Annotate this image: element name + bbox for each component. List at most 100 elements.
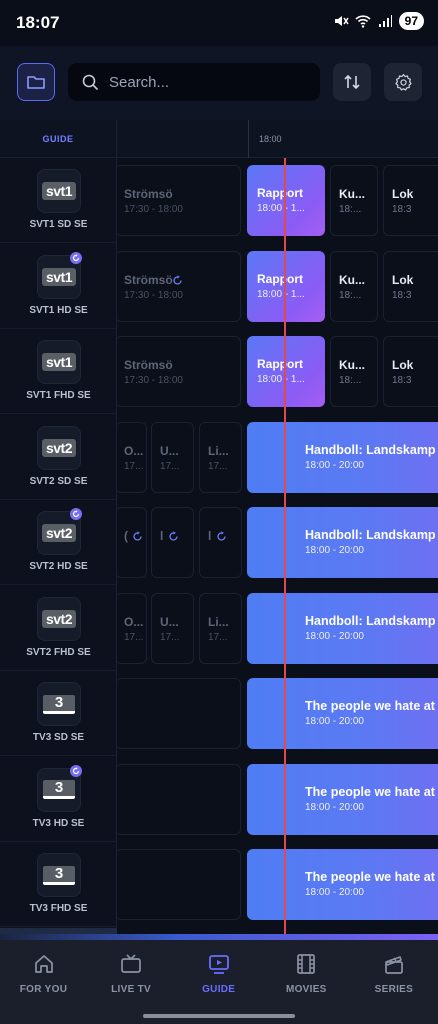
guide-tab-label: GUIDE — [0, 120, 117, 158]
channel-logo: 3 — [37, 853, 81, 897]
channel-item[interactable]: svt2 SVT2 FHD SE — [0, 586, 117, 671]
channel-item[interactable]: 3 TV3 HD SE — [0, 757, 117, 842]
program-card[interactable]: The people we hate at t 18:00 - 20:00 — [247, 849, 438, 920]
top-bar: Search... — [0, 46, 438, 120]
program-time: 18:... — [339, 289, 362, 301]
nav-label: FOR YOU — [19, 984, 68, 995]
timeline-tick — [248, 120, 249, 158]
program-card[interactable]: Handboll: Landskamp 18:00 - 20:00 — [247, 421, 438, 493]
sort-button[interactable] — [333, 63, 371, 101]
channel-logo-text: svt2 — [41, 438, 77, 457]
nav-item-live-tv[interactable]: LIVE TV — [88, 952, 175, 995]
mute-icon — [334, 16, 349, 26]
program-card[interactable]: O... 17... — [117, 592, 147, 664]
program-title: Li... — [208, 614, 229, 629]
program-card[interactable]: Ku... 18:... — [330, 336, 378, 407]
program-title: Handboll: Landskamp — [305, 528, 436, 542]
program-card[interactable]: Ku... 18:... — [330, 165, 378, 236]
program-card[interactable]: Li... 17... — [199, 421, 242, 493]
catchup-badge-icon — [70, 251, 82, 264]
channel-item[interactable]: svt2 SVT2 SD SE — [0, 415, 117, 500]
status-icons: 97 — [333, 12, 424, 30]
program-title: Ku... — [339, 358, 365, 372]
program-card[interactable]: ( — [117, 507, 147, 578]
search-placeholder: Search... — [109, 73, 170, 91]
channel-logo-text: svt1 — [41, 267, 77, 286]
program-title: Strömsö — [124, 187, 173, 201]
program-card[interactable]: Strömsö 17:30 - 18:00 — [117, 165, 241, 236]
program-title: O... — [124, 443, 144, 458]
battery-indicator: 97 — [398, 12, 424, 30]
settings-button[interactable] — [384, 63, 422, 101]
program-card[interactable]: Handboll: Landskamp 18:00 - 20:00 — [247, 507, 438, 578]
channel-name: TV3 HD SE — [32, 817, 85, 829]
channel-logo-text: svt2 — [41, 609, 77, 628]
search-input[interactable]: Search... — [68, 63, 320, 101]
program-time: 18:00 - 1... — [257, 374, 305, 385]
program-card[interactable] — [117, 763, 241, 835]
catchup-icon — [169, 531, 178, 541]
program-card[interactable]: Ku... 18:... — [330, 250, 378, 322]
program-card[interactable]: The people we hate at t 18:00 - 20:00 — [247, 678, 438, 749]
channel-item[interactable]: svt1 SVT1 FHD SE — [0, 329, 117, 414]
nav-item-guide[interactable]: GUIDE — [175, 952, 262, 995]
channel-item[interactable]: svt1 SVT1 HD SE — [0, 244, 117, 329]
program-card[interactable] — [117, 849, 241, 920]
nav-item-series[interactable]: SERIES — [350, 952, 437, 995]
program-time: 17... — [160, 631, 180, 643]
sort-icon — [344, 74, 360, 90]
program-card[interactable]: Rapport 18:00 - 1... — [247, 250, 325, 322]
program-card[interactable]: Strömsö 17:30 - 18:00 — [117, 336, 241, 407]
channel-logo-text: svt2 — [41, 524, 77, 542]
program-title: Ku... — [339, 187, 365, 201]
nav-item-movies[interactable]: MOVIES — [263, 952, 350, 995]
program-time: 17... — [208, 460, 228, 472]
channel-logo: svt1 — [37, 169, 81, 213]
guide-icon — [208, 955, 229, 974]
folder-icon — [27, 76, 45, 89]
program-title: Strömsö — [124, 272, 173, 287]
channel-item[interactable]: svt1 SVT1 SD SE — [0, 158, 117, 243]
program-time: 18:00 - 20:00 — [305, 887, 364, 898]
channel-item[interactable]: svt2 SVT2 HD SE — [0, 500, 117, 585]
catchup-icon — [133, 531, 142, 541]
program-card[interactable]: Strömsö 17:30 - 18:00 — [117, 250, 241, 322]
program-card[interactable]: U... 17... — [151, 421, 194, 493]
channel-item[interactable]: 3 TV3 SD SE — [0, 671, 117, 756]
program-title: Lok — [392, 187, 414, 201]
bottom-navigation: FOR YOU LIVE TV GUIDE MOVIES SERIES — [0, 940, 438, 1024]
program-card[interactable]: l — [199, 507, 242, 578]
program-card[interactable]: Handboll: Landskamp 18:00 - 20:00 — [247, 592, 438, 664]
program-card[interactable]: Li... 17... — [199, 592, 242, 664]
nav-item-for-you[interactable]: FOR YOU — [0, 952, 87, 995]
channel-name: TV3 SD SE — [32, 732, 85, 743]
program-title: Handboll: Landskamp — [305, 613, 436, 628]
nav-label: SERIES — [374, 984, 414, 995]
program-time: 18:... — [339, 204, 362, 215]
home-indicator — [143, 1014, 295, 1018]
program-card[interactable] — [117, 678, 241, 749]
program-card[interactable]: Rapport 18:00 - 1... — [247, 165, 325, 236]
catchup-icon — [173, 274, 182, 285]
program-time: 17... — [208, 631, 228, 643]
program-card[interactable]: U... 17... — [151, 592, 194, 664]
program-time: 17... — [124, 460, 144, 472]
channel-item[interactable]: 3 TV3 FHD SE — [0, 842, 117, 927]
program-card[interactable]: Lok 18:3 — [383, 165, 438, 236]
program-card[interactable]: Rapport 18:00 - 1... — [247, 336, 325, 407]
program-card[interactable]: The people we hate at t 18:00 - 20:00 — [247, 763, 438, 835]
program-time: 18:00 - 1... — [257, 203, 305, 214]
program-title: U... — [160, 443, 179, 458]
channel-logo-text: svt1 — [41, 353, 77, 371]
clapper-icon — [385, 956, 403, 974]
program-card[interactable]: Lok 18:3 — [383, 336, 438, 407]
program-title: Rapport — [257, 186, 303, 200]
program-title: l — [160, 529, 164, 543]
program-title: Lok — [392, 358, 414, 372]
channel-name: SVT2 SD SE — [29, 475, 88, 487]
program-time: 18:00 - 20:00 — [305, 545, 364, 556]
program-card[interactable]: l — [151, 507, 194, 578]
program-card[interactable]: O... 17... — [117, 421, 147, 493]
folder-button[interactable] — [17, 63, 55, 101]
program-card[interactable]: Lok 18:3 — [383, 250, 438, 322]
